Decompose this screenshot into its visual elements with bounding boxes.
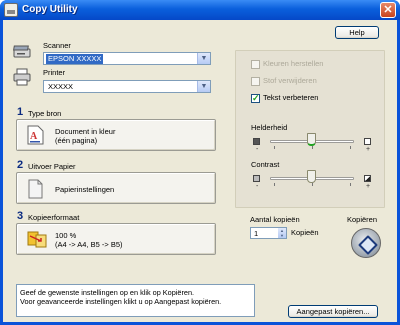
scanner-select[interactable]: EPSON XXXXX ▼ bbox=[43, 52, 211, 65]
svg-text:A: A bbox=[30, 131, 38, 142]
contrast-tick-center bbox=[312, 183, 313, 186]
brightness-tick-center bbox=[312, 146, 313, 149]
scanner-value: EPSON XXXXX bbox=[46, 54, 104, 64]
contrast-high-icon bbox=[364, 175, 371, 182]
source-type-button[interactable]: A Document in kleur (één pagina) bbox=[16, 119, 216, 151]
scanner-label: Scanner bbox=[43, 41, 71, 50]
close-button[interactable]: ✕ bbox=[380, 2, 396, 18]
brightness-tick-left bbox=[274, 146, 275, 149]
client-area: Help Scanner EPSON XXXXX ▼ Printer XXXXX bbox=[3, 20, 397, 322]
contrast-plus: + bbox=[366, 183, 371, 190]
paper-settings-button[interactable]: Papierinstellingen bbox=[16, 172, 216, 204]
section-3-number: 3 bbox=[17, 210, 24, 222]
instructions-box: Geef de gewenste instellingen op en klik… bbox=[16, 284, 255, 317]
copies-label: Aantal kopieën bbox=[250, 215, 300, 224]
section-2-title: Uitvoer Papier bbox=[28, 162, 76, 171]
section-3-title: Kopieerformaat bbox=[28, 213, 80, 222]
color-document-icon: A bbox=[27, 125, 44, 145]
copy-utility-window: Copy Utility ✕ Help Scanner EPSON XXXXX … bbox=[0, 0, 400, 325]
contrast-slider-thumb[interactable] bbox=[307, 170, 316, 183]
section-1-title: Type bron bbox=[28, 109, 62, 118]
brightness-plus: + bbox=[366, 146, 371, 153]
printer-select[interactable]: XXXXX ▼ bbox=[43, 80, 211, 93]
adjustments-panel: Kleuren herstellen Stof verwijderen Teks… bbox=[235, 50, 385, 208]
source-type-line1: Document in kleur bbox=[55, 127, 116, 136]
copies-spinner[interactable]: 1 ▲ ▼ bbox=[250, 227, 287, 239]
custom-copy-button[interactable]: Aangepast kopiëren... bbox=[288, 305, 378, 318]
printer-label: Printer bbox=[43, 68, 66, 77]
remove-dust-label: Stof verwijderen bbox=[263, 76, 317, 85]
enhance-text-label: Tekst verbeteren bbox=[263, 93, 319, 102]
source-type-line2: (één pagina) bbox=[55, 136, 98, 145]
brightness-light-icon bbox=[364, 138, 371, 145]
copy-size-button[interactable]: 100 % (A4 -> A4, B5 -> B5) bbox=[16, 223, 216, 255]
chevron-down-icon[interactable]: ▼ bbox=[197, 81, 210, 92]
brightness-label: Helderheid bbox=[251, 123, 288, 132]
enhance-text-checkbox[interactable] bbox=[251, 93, 260, 104]
copy-size-line2: (A4 -> A4, B5 -> B5) bbox=[55, 240, 123, 249]
restore-colors-label: Kleuren herstellen bbox=[263, 59, 324, 68]
copies-unit: Kopieën bbox=[291, 228, 319, 237]
contrast-low-icon bbox=[253, 175, 260, 182]
paper-settings-label: Papierinstellingen bbox=[55, 185, 115, 194]
brightness-tick-right bbox=[350, 146, 351, 149]
help-button[interactable]: Help bbox=[335, 26, 379, 39]
section-2-number: 2 bbox=[17, 159, 24, 171]
spinner-arrows-icon[interactable]: ▲ ▼ bbox=[278, 228, 286, 238]
resize-icon bbox=[27, 230, 47, 250]
scanner-icon bbox=[13, 42, 31, 60]
chevron-down-icon[interactable]: ▼ bbox=[197, 53, 210, 64]
copy-button[interactable] bbox=[351, 228, 381, 258]
window-title: Copy Utility bbox=[22, 4, 78, 15]
instructions-line1: Geef de gewenste instellingen op en klik… bbox=[20, 288, 195, 297]
restore-colors-checkbox[interactable] bbox=[251, 60, 260, 69]
brightness-slider-thumb[interactable] bbox=[307, 133, 316, 146]
section-1-number: 1 bbox=[17, 106, 24, 118]
contrast-minus: - bbox=[256, 183, 259, 190]
copy-utility-app-icon bbox=[4, 3, 18, 17]
copy-size-line1: 100 % bbox=[55, 231, 77, 240]
contrast-label: Contrast bbox=[251, 160, 280, 169]
brightness-minus: - bbox=[256, 146, 259, 153]
remove-dust-checkbox[interactable] bbox=[251, 77, 260, 86]
printer-icon bbox=[13, 68, 31, 86]
instructions-line2: Voor geavanceerde instellingen klikt u o… bbox=[20, 297, 222, 306]
brightness-dark-icon bbox=[253, 138, 260, 145]
printer-value: XXXXX bbox=[48, 82, 74, 91]
paper-icon bbox=[27, 179, 44, 199]
contrast-tick-left bbox=[274, 183, 275, 186]
copies-value: 1 bbox=[254, 229, 259, 238]
contrast-tick-right bbox=[350, 183, 351, 186]
title-bar[interactable]: Copy Utility ✕ bbox=[0, 0, 400, 20]
copy-action-label: Kopiëren bbox=[347, 215, 378, 224]
